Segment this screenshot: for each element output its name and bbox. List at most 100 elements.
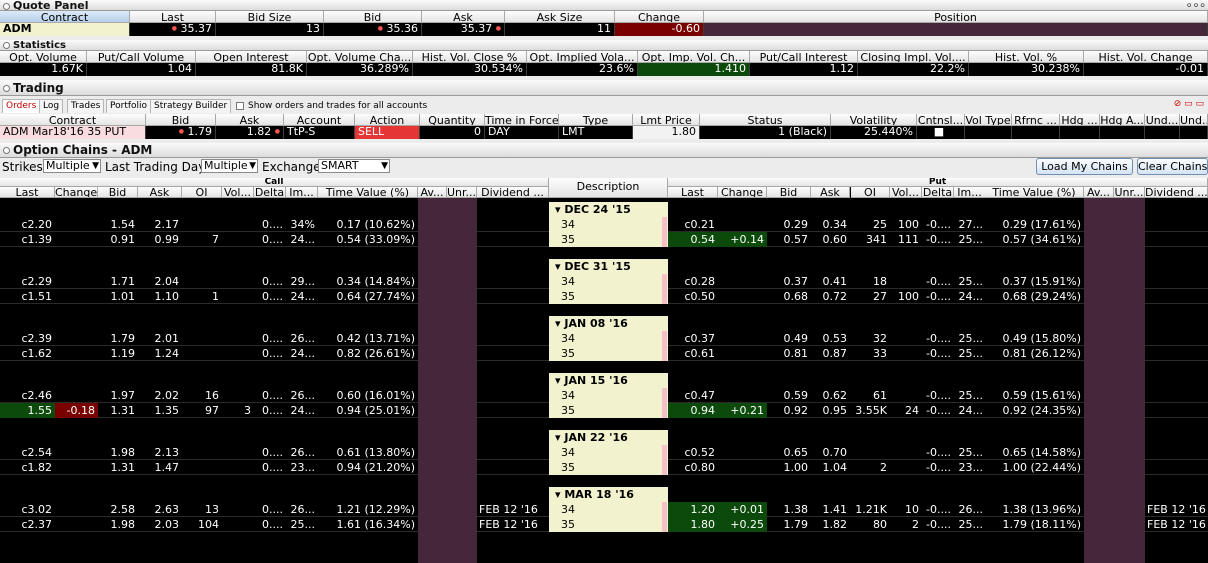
col-header[interactable]: Ask	[216, 114, 284, 126]
collapse-circle-icon[interactable]	[3, 147, 10, 154]
call-ask-cell[interactable]: 2.02	[138, 388, 182, 403]
load-my-chains-button[interactable]: Load My Chains	[1036, 158, 1133, 175]
order-continuous-checkbox[interactable]: ■	[917, 126, 965, 139]
put-bid-cell[interactable]: 1.00	[767, 460, 811, 475]
contract-cell[interactable]: ADM	[0, 23, 130, 36]
col-header[interactable]: Und...	[1180, 114, 1208, 126]
put-last-cell[interactable]: c0.80	[668, 460, 718, 475]
col-header[interactable]: OI	[851, 187, 890, 198]
call-ask-cell[interactable]: 0.99	[138, 232, 182, 247]
put-last-cell[interactable]: 1.20	[668, 502, 718, 517]
strike-cell[interactable]: 35	[549, 517, 668, 532]
quote-row[interactable]: ADM ● 35.37 13 ● 35.36 35.37 ● 11 -0.60	[0, 23, 1208, 36]
order-tif-cell[interactable]: DAY	[485, 126, 559, 139]
call-last-cell[interactable]: c2.20	[0, 217, 55, 232]
col-header[interactable]: Hdg A...	[1100, 114, 1145, 126]
col-header[interactable]: Bid	[146, 114, 216, 126]
order-volatility-cell[interactable]: 25.440%	[831, 126, 917, 139]
call-last-cell[interactable]: c1.51	[0, 289, 55, 304]
col-header[interactable]: Unr...	[1114, 187, 1145, 198]
put-last-cell[interactable]: c0.37	[668, 331, 718, 346]
call-bid-cell[interactable]: 2.58	[98, 502, 138, 517]
put-bid-cell[interactable]: 0.49	[767, 331, 811, 346]
col-header[interactable]: Account	[284, 114, 355, 126]
col-header[interactable]: Hdg ...	[1060, 114, 1100, 126]
order-type-cell[interactable]: LMT	[559, 126, 633, 139]
col-header[interactable]: Opt. Volume	[0, 51, 87, 63]
put-bid-cell[interactable]: 0.29	[767, 217, 811, 232]
expand-triangle-icon[interactable]: ▾	[555, 260, 564, 273]
expiry-header[interactable]: ▾ DEC 31 '15	[549, 259, 668, 274]
call-bid-cell[interactable]: 1.19	[98, 346, 138, 361]
toolbar-icons[interactable]: ⊘ ▭ ▭	[1174, 99, 1204, 109]
expand-triangle-icon[interactable]: ▾	[555, 374, 564, 387]
strike-cell[interactable]: 34	[549, 274, 668, 289]
put-last-cell[interactable]: c0.47	[668, 388, 718, 403]
call-bid-cell[interactable]: 1.54	[98, 217, 138, 232]
put-ask-cell[interactable]: 1.82	[811, 517, 850, 532]
call-last-cell[interactable]: 1.55	[0, 403, 55, 418]
collapse-circle-icon[interactable]	[3, 41, 10, 49]
col-header[interactable]: Type	[559, 114, 633, 126]
col-header[interactable]: Dividend ...	[477, 187, 549, 198]
strike-cell[interactable]: 34	[549, 331, 668, 346]
call-bid-cell[interactable]: 1.31	[98, 403, 138, 418]
expand-triangle-icon[interactable]: ▾	[555, 203, 564, 216]
col-header[interactable]: Und...	[1145, 114, 1180, 126]
strike-cell[interactable]: 34	[549, 502, 668, 517]
order-account-cell[interactable]: TtP-S	[284, 126, 355, 139]
col-header[interactable]: Change	[718, 187, 767, 198]
call-ask-cell[interactable]: 2.03	[138, 517, 182, 532]
put-ask-cell[interactable]: 0.34	[811, 217, 850, 232]
col-header[interactable]: Last	[668, 187, 718, 198]
strike-cell[interactable]: 34	[549, 217, 668, 232]
strikes-dropdown[interactable]: Multiple ▼	[43, 159, 101, 173]
put-bid-cell[interactable]: 0.57	[767, 232, 811, 247]
col-header[interactable]: Av...	[1084, 187, 1114, 198]
col-header[interactable]: Opt. Imp. Vol. Ch...	[638, 51, 750, 63]
col-header[interactable]: Hist. Vol. Change	[1084, 51, 1208, 63]
call-last-cell[interactable]: c2.46	[0, 388, 55, 403]
col-header[interactable]: Position	[704, 11, 1208, 23]
col-header[interactable]: Contract	[0, 11, 130, 23]
call-last-cell[interactable]: c1.39	[0, 232, 55, 247]
put-bid-cell[interactable]: 1.79	[767, 517, 811, 532]
description-header[interactable]: Description	[549, 178, 668, 198]
call-ask-cell[interactable]: 2.17	[138, 217, 182, 232]
strike-cell[interactable]: 35	[549, 232, 668, 247]
tab-orders[interactable]: Orders	[2, 99, 41, 113]
call-last-cell[interactable]: c1.62	[0, 346, 55, 361]
call-last-cell[interactable]: c2.39	[0, 331, 55, 346]
col-header[interactable]: Volatility	[831, 114, 917, 126]
strike-cell[interactable]: 35	[549, 289, 668, 304]
call-ask-cell[interactable]: 2.04	[138, 274, 182, 289]
col-header[interactable]: Action	[355, 114, 420, 126]
window-controls[interactable]: ⚪⚪⚪	[1186, 0, 1206, 10]
call-bid-cell[interactable]: 1.79	[98, 331, 138, 346]
call-last-cell[interactable]: c3.02	[0, 502, 55, 517]
order-action-cell[interactable]: SELL	[355, 126, 420, 139]
call-last-cell[interactable]: c2.37	[0, 517, 55, 532]
put-ask-cell[interactable]: 0.70	[811, 445, 850, 460]
put-ask-cell[interactable]: 0.87	[811, 346, 850, 361]
col-header[interactable]: OI	[182, 187, 222, 198]
col-header[interactable]: Delta	[922, 187, 954, 198]
col-header[interactable]: Bid Size	[216, 11, 324, 23]
put-last-cell[interactable]: 0.54	[668, 232, 718, 247]
col-header[interactable]: Vol...	[890, 187, 922, 198]
put-last-cell[interactable]: c0.52	[668, 445, 718, 460]
col-header[interactable]: Im...	[954, 187, 986, 198]
col-header[interactable]: Opt. Volume Cha...	[307, 51, 413, 63]
col-header[interactable]: Unr...	[447, 187, 477, 198]
call-ask-cell[interactable]: 2.01	[138, 331, 182, 346]
order-contract-cell[interactable]: ADM Mar18'16 35 PUT	[0, 126, 146, 139]
col-header[interactable]: Lmt Price	[633, 114, 700, 126]
put-bid-cell[interactable]: 0.65	[767, 445, 811, 460]
order-lmt-price-cell[interactable]: 1.80	[633, 126, 700, 139]
put-bid-cell[interactable]: 0.37	[767, 274, 811, 289]
col-header[interactable]: Last	[0, 187, 55, 198]
tab-log[interactable]: Log	[39, 99, 64, 113]
col-header[interactable]: Ask	[138, 187, 182, 198]
put-ask-cell[interactable]: 1.41	[811, 502, 850, 517]
col-header[interactable]: Status	[700, 114, 831, 126]
